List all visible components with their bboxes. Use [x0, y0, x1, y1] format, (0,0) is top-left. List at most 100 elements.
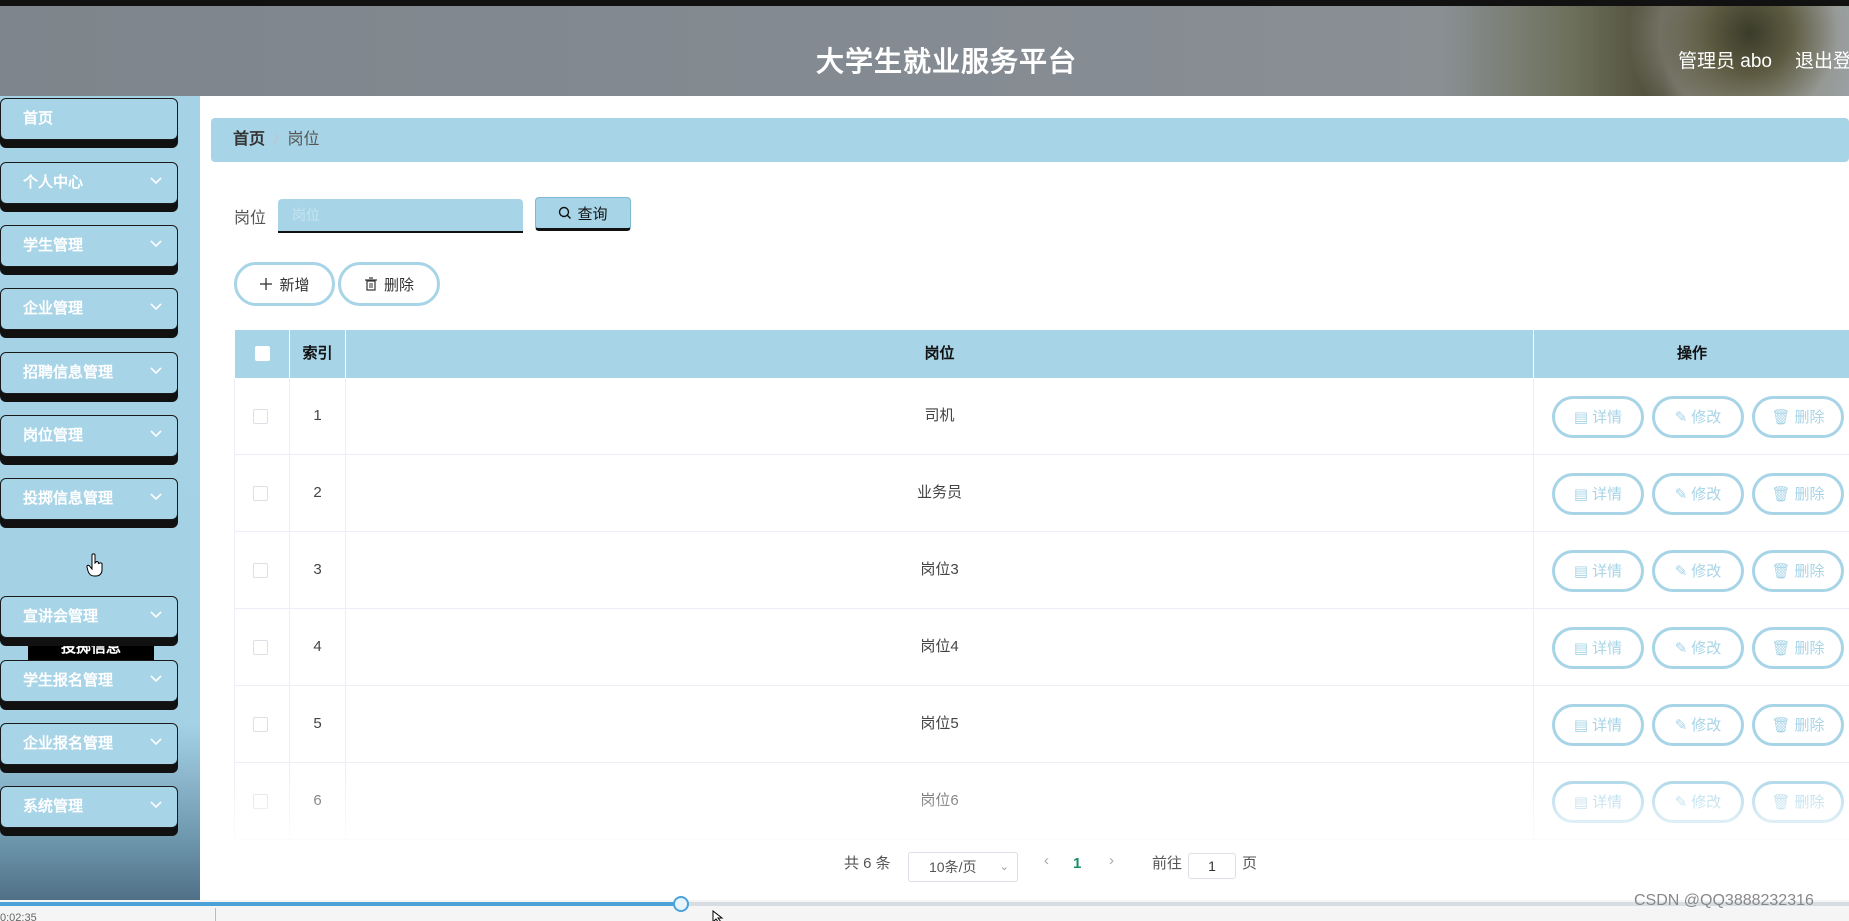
sidebar-item-personal-center[interactable]: 个人中心 [0, 162, 178, 204]
pencil-icon: ✎ [1674, 562, 1688, 580]
prev-page-icon[interactable]: ‹ [1044, 852, 1049, 869]
row-checkbox[interactable] [253, 409, 268, 424]
delete-button[interactable]: 🗑 删除 [1752, 396, 1844, 438]
page-size-select[interactable]: 10条/页 ⌄ [908, 852, 1018, 882]
detail-button[interactable]: ▤ 详情 [1552, 396, 1644, 438]
trash-icon: 🗑 [1771, 639, 1791, 657]
plus-icon [260, 278, 273, 290]
query-button[interactable]: 查询 [535, 197, 631, 231]
sidebar-item-label: 招聘信息管理 [23, 364, 114, 381]
edit-button[interactable]: ✎ 修改 [1652, 396, 1744, 438]
breadcrumb-home[interactable]: 首页 [233, 131, 265, 148]
breadcrumb: 首页 / 岗位 [211, 118, 1849, 162]
table-row: 3 岗位3 ▤ 详情 ✎ 修改 🗑 删除 [234, 532, 1849, 609]
video-progress-handle[interactable] [673, 896, 689, 912]
chevron-down-icon [150, 675, 162, 683]
document-icon: ▤ [1573, 485, 1589, 503]
row-checkbox[interactable] [253, 640, 268, 655]
sidebar-item-label: 系统管理 [23, 798, 84, 815]
goto-page-input[interactable]: 1 [1188, 853, 1236, 879]
sidebar-item-enterprise-management[interactable]: 企业管理 [0, 288, 178, 330]
edit-button[interactable]: ✎ 修改 [1652, 704, 1744, 746]
sidebar-item-label: 岗位管理 [23, 427, 84, 444]
edit-button-label: 修改 [1691, 793, 1722, 811]
select-all-checkbox[interactable] [255, 346, 270, 361]
chevron-down-icon [150, 493, 162, 501]
detail-button-label: 详情 [1592, 793, 1623, 811]
sidebar-item-label: 宣讲会管理 [23, 608, 99, 625]
sidebar-item-label: 投掷信息管理 [23, 490, 114, 507]
add-button-label: 新增 [279, 276, 310, 294]
delete-button-label: 删除 [1794, 793, 1825, 811]
add-button[interactable]: 新增 [234, 262, 335, 306]
row-checkbox[interactable] [253, 563, 268, 578]
edit-button[interactable]: ✎ 修改 [1652, 473, 1744, 515]
detail-button[interactable]: ▤ 详情 [1552, 781, 1644, 823]
sidebar-item-recruitment-management[interactable]: 招聘信息管理 [0, 352, 178, 394]
edit-button-label: 修改 [1691, 485, 1722, 503]
detail-button[interactable]: ▤ 详情 [1552, 473, 1644, 515]
sidebar-item-enterprise-registration[interactable]: 企业报名管理 [0, 723, 178, 765]
table-row: 6 岗位6 ▤ 详情 ✎ 修改 🗑 删除 [234, 763, 1849, 840]
detail-button[interactable]: ▤ 详情 [1552, 550, 1644, 592]
search-label: 岗位 [234, 210, 267, 227]
breadcrumb-separator: / [274, 131, 279, 148]
pencil-icon: ✎ [1674, 639, 1688, 657]
current-page-number[interactable]: 1 [1073, 855, 1081, 872]
admin-user-label[interactable]: 管理员 abo [1678, 46, 1772, 73]
document-icon: ▤ [1573, 408, 1589, 426]
edit-button[interactable]: ✎ 修改 [1652, 627, 1744, 669]
sidebar-item-label: 企业报名管理 [23, 735, 114, 752]
sidebar: 首页 个人中心 学生管理 企业管理 招聘信息管理 岗位管理 投掷信息管理 投掷信… [0, 96, 200, 902]
delete-button-label: 删除 [1794, 639, 1825, 657]
sidebar-item-position-management[interactable]: 岗位管理 [0, 415, 178, 457]
document-icon: ▤ [1573, 793, 1589, 811]
edit-button[interactable]: ✎ 修改 [1652, 781, 1744, 823]
search-input[interactable] [278, 199, 523, 233]
edit-button[interactable]: ✎ 修改 [1652, 550, 1744, 592]
edit-button-label: 修改 [1691, 562, 1722, 580]
operation-cell: ▤ 详情 ✎ 修改 🗑 删除 [1534, 532, 1849, 608]
detail-button-label: 详情 [1592, 639, 1623, 657]
pencil-icon: ✎ [1674, 485, 1688, 503]
delete-button[interactable]: 🗑 删除 [1752, 473, 1844, 515]
row-checkbox[interactable] [253, 486, 268, 501]
sidebar-item-home[interactable]: 首页 [0, 98, 178, 140]
delete-button[interactable]: 🗑 删除 [1752, 704, 1844, 746]
logout-link[interactable]: 退出登录 [1795, 46, 1849, 73]
sidebar-item-label: 学生报名管理 [23, 672, 114, 689]
next-page-icon[interactable]: › [1109, 852, 1114, 869]
header-select-cell [235, 330, 290, 378]
table-row: 5 岗位5 ▤ 详情 ✎ 修改 🗑 删除 [234, 686, 1849, 763]
detail-button[interactable]: ▤ 详情 [1552, 704, 1644, 746]
search-icon [559, 206, 572, 219]
operation-cell: ▤ 详情 ✎ 修改 🗑 删除 [1534, 609, 1849, 685]
query-button-label: 查询 [577, 205, 608, 223]
sidebar-item-system-management[interactable]: 系统管理 [0, 786, 178, 828]
position-cell: 岗位4 [346, 609, 1534, 685]
delete-button[interactable]: 🗑 删除 [1752, 550, 1844, 592]
sidebar-item-student-management[interactable]: 学生管理 [0, 225, 178, 267]
position-cell: 司机 [346, 378, 1534, 454]
select-cell [235, 532, 290, 608]
index-cell: 3 [290, 532, 346, 608]
operation-cell: ▤ 详情 ✎ 修改 🗑 删除 [1534, 455, 1849, 531]
row-checkbox[interactable] [253, 794, 268, 809]
video-bar-divider [215, 908, 216, 921]
chevron-down-icon [150, 611, 162, 619]
table-row: 1 司机 ▤ 详情 ✎ 修改 🗑 删除 [234, 378, 1849, 455]
detail-button[interactable]: ▤ 详情 [1552, 627, 1644, 669]
sidebar-item-seminar-management[interactable]: 宣讲会管理 [0, 596, 178, 638]
delete-button[interactable]: 🗑 删除 [1752, 627, 1844, 669]
batch-delete-button[interactable]: 删除 [338, 262, 440, 306]
row-checkbox[interactable] [253, 717, 268, 732]
sidebar-item-label: 个人中心 [23, 174, 84, 191]
delete-button-label: 删除 [1794, 716, 1825, 734]
sidebar-item-delivery-management[interactable]: 投掷信息管理 [0, 478, 178, 520]
position-cell: 岗位5 [346, 686, 1534, 762]
select-cell [235, 609, 290, 685]
sidebar-item-student-registration[interactable]: 学生报名管理 [0, 660, 178, 702]
detail-button-label: 详情 [1592, 485, 1623, 503]
edit-button-label: 修改 [1691, 408, 1722, 426]
delete-button[interactable]: 🗑 删除 [1752, 781, 1844, 823]
